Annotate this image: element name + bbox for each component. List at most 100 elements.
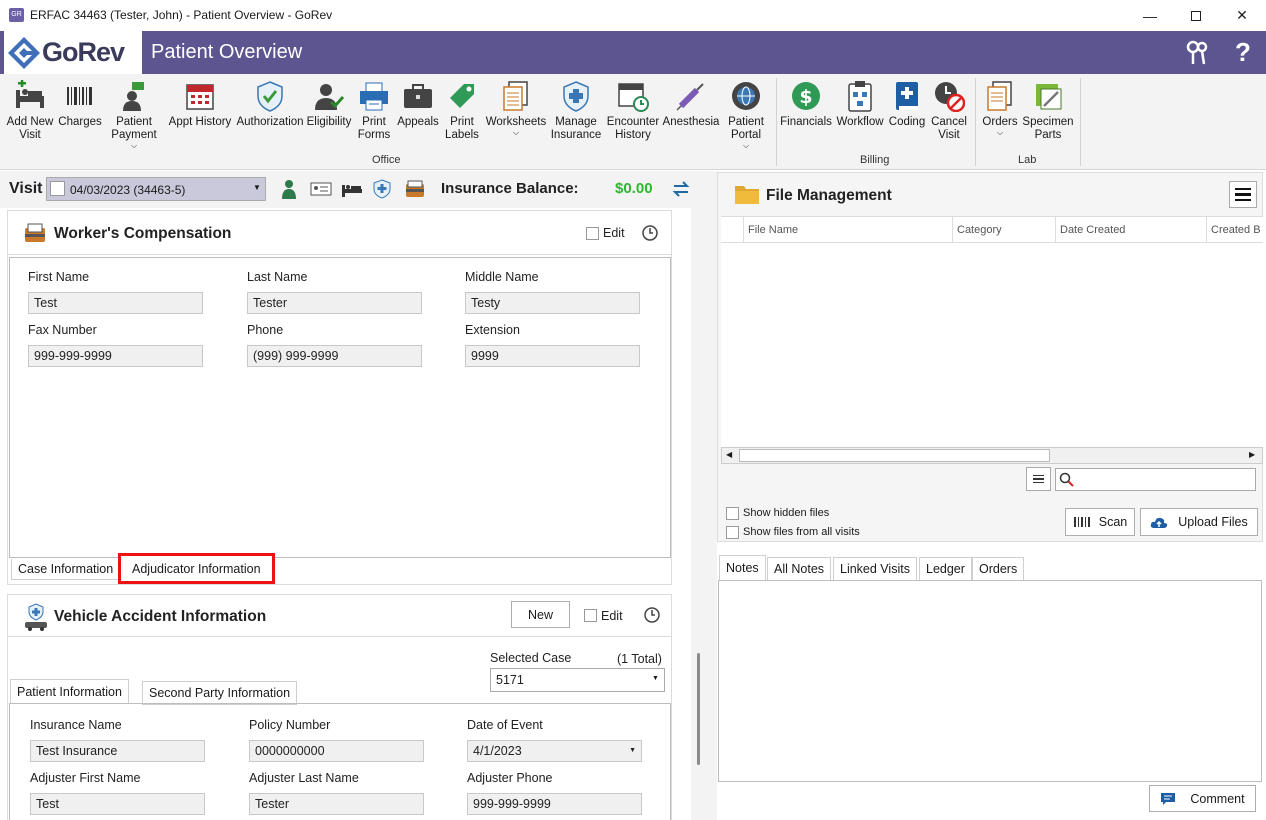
history-clock-icon[interactable] <box>643 606 661 624</box>
scrollbar-thumb[interactable] <box>697 653 700 765</box>
authorization-button[interactable]: Authorization <box>236 80 304 129</box>
print-forms-button[interactable]: Print Forms <box>354 80 394 142</box>
visit-select-checkbox[interactable] <box>50 181 65 196</box>
help-icon[interactable]: ? <box>1235 37 1251 68</box>
bed-add-icon <box>16 80 44 108</box>
print-labels-label: Print Labels <box>445 116 479 141</box>
worksheets-button[interactable]: Worksheets ⌵ <box>486 80 546 137</box>
patient-portal-button[interactable]: Patient Portal ⌵ <box>722 80 770 150</box>
tab-linked-visits[interactable]: Linked Visits <box>833 557 917 581</box>
tab-notes[interactable]: Notes <box>719 555 766 580</box>
barcode-icon <box>67 87 92 105</box>
specimen-parts-button[interactable]: Specimen Parts <box>1022 80 1074 142</box>
svg-text:$: $ <box>799 86 812 108</box>
patient-icon[interactable] <box>280 179 298 199</box>
group-divider <box>975 78 976 166</box>
policy-number-field[interactable]: 0000000000 <box>249 740 424 762</box>
anesthesia-button[interactable]: Anesthesia <box>662 80 720 129</box>
print-forms-label: Print Forms <box>357 116 391 141</box>
adjuster-first-name-field[interactable]: Test <box>30 793 205 815</box>
id-card-icon[interactable] <box>310 182 332 196</box>
cloud-upload-icon <box>1151 517 1168 528</box>
fax-number-field[interactable]: 999-999-9999 <box>28 345 203 367</box>
scroll-right-icon[interactable]: ▶ <box>1249 450 1255 459</box>
add-new-visit-button[interactable]: Add New Visit <box>6 80 54 142</box>
ribbon-toolbar: Add New Visit Charges Patient Payment ⌵ A… <box>0 74 1266 170</box>
barcode-icon <box>1073 517 1090 527</box>
logo-text: GoRev <box>42 37 125 67</box>
scrollbar-thumb[interactable] <box>739 449 1050 462</box>
tab-case-information[interactable]: Case Information <box>11 559 121 580</box>
filter-menu-button[interactable] <box>1026 467 1051 491</box>
phone-field[interactable]: (999) 999-9999 <box>247 345 422 367</box>
charges-button[interactable]: Charges <box>56 80 104 129</box>
chevron-down-icon: ▼ <box>253 183 261 192</box>
first-name-field[interactable]: Test <box>28 292 203 314</box>
notes-content[interactable] <box>718 580 1262 782</box>
column-created-by[interactable]: Created B <box>1211 224 1261 236</box>
encounter-history-button[interactable]: Encounter History <box>604 80 662 142</box>
globe-gear-icon <box>732 82 760 110</box>
left-pane-scrollbar[interactable] <box>691 208 706 820</box>
workers-comp-title: Worker's Compensation <box>54 225 232 242</box>
scroll-left-icon[interactable]: ◀ <box>726 450 732 459</box>
manage-insurance-button[interactable]: Manage Insurance <box>548 80 604 142</box>
tab-all-notes[interactable]: All Notes <box>767 557 832 581</box>
file-menu-button[interactable] <box>1229 181 1257 208</box>
workflow-button[interactable]: Workflow <box>834 80 886 129</box>
vehicle-edit-checkbox[interactable] <box>584 609 597 622</box>
eligibility-button[interactable]: Eligibility <box>306 80 352 129</box>
patient-payment-button[interactable]: Patient Payment ⌵ <box>108 80 160 150</box>
upload-files-button[interactable]: Upload Files <box>1140 508 1258 536</box>
user-check-icon <box>315 84 345 110</box>
workers-comp-edit-checkbox[interactable] <box>586 227 599 240</box>
coding-button[interactable]: Coding <box>886 80 928 129</box>
tab-adjudicator-information[interactable]: Adjudicator Information <box>118 553 275 584</box>
appt-history-button[interactable]: Appt History <box>166 80 234 129</box>
adjuster-phone-field[interactable]: 999-999-9999 <box>467 793 642 815</box>
keys-icon[interactable] <box>1184 40 1210 66</box>
last-name-field[interactable]: Tester <box>247 292 422 314</box>
bed-icon[interactable] <box>341 181 363 197</box>
tab-orders[interactable]: Orders <box>972 557 1025 581</box>
extension-field[interactable]: 9999 <box>465 345 640 367</box>
show-hidden-files-checkbox[interactable] <box>726 507 739 520</box>
column-date-created[interactable]: Date Created <box>1060 224 1125 236</box>
selected-case-select[interactable]: 5171 ▼ <box>490 668 665 692</box>
insurance-shield-icon[interactable] <box>372 179 392 199</box>
briefcase-wallet-icon[interactable] <box>404 179 426 199</box>
middle-name-field[interactable]: Testy <box>465 292 640 314</box>
maximize-button[interactable] <box>1173 0 1219 31</box>
show-all-visits-checkbox[interactable] <box>726 526 739 539</box>
app-header: GoRev Patient Overview ? <box>0 31 1266 74</box>
financials-button[interactable]: $ Financials <box>780 80 832 129</box>
cancel-clock-icon <box>935 82 965 112</box>
scan-button[interactable]: Scan <box>1065 508 1135 536</box>
orders-toolbar-button[interactable]: Orders ⌵ <box>980 80 1020 137</box>
print-labels-button[interactable]: Print Labels <box>442 80 482 142</box>
refresh-swap-icon[interactable] <box>671 179 691 199</box>
insurance-name-label: Insurance Name <box>30 718 122 732</box>
date-of-event-field[interactable]: 4/1/2023 ▼ <box>467 740 642 762</box>
pane-splitter[interactable] <box>706 171 717 820</box>
close-window-button[interactable]: ✕ <box>1219 0 1265 31</box>
comment-button[interactable]: Comment <box>1149 785 1256 812</box>
visit-select[interactable]: 04/03/2023 (34463-5) ▼ <box>46 177 266 201</box>
tab-ledger[interactable]: Ledger <box>919 557 972 581</box>
appeals-button[interactable]: Appeals <box>396 80 440 129</box>
column-category[interactable]: Category <box>957 224 1002 236</box>
file-grid-hscrollbar[interactable]: ◀ ▶ <box>721 447 1263 464</box>
history-clock-icon[interactable] <box>641 224 659 242</box>
insurance-name-field[interactable]: Test Insurance <box>30 740 205 762</box>
adjuster-last-name-field[interactable]: Tester <box>249 793 424 815</box>
file-search-input[interactable] <box>1055 468 1256 491</box>
cancel-visit-button[interactable]: Cancel Visit <box>928 80 970 142</box>
phone-label: Phone <box>247 323 284 337</box>
column-file-name[interactable]: File Name <box>748 224 798 236</box>
manage-insurance-label: Manage Insurance <box>550 116 602 141</box>
tab-patient-information[interactable]: Patient Information <box>10 679 129 704</box>
anesthesia-label: Anesthesia <box>662 116 720 128</box>
new-case-button[interactable]: New <box>511 601 570 628</box>
tab-second-party-information[interactable]: Second Party Information <box>142 681 298 705</box>
minimize-button[interactable]: — <box>1127 0 1173 31</box>
